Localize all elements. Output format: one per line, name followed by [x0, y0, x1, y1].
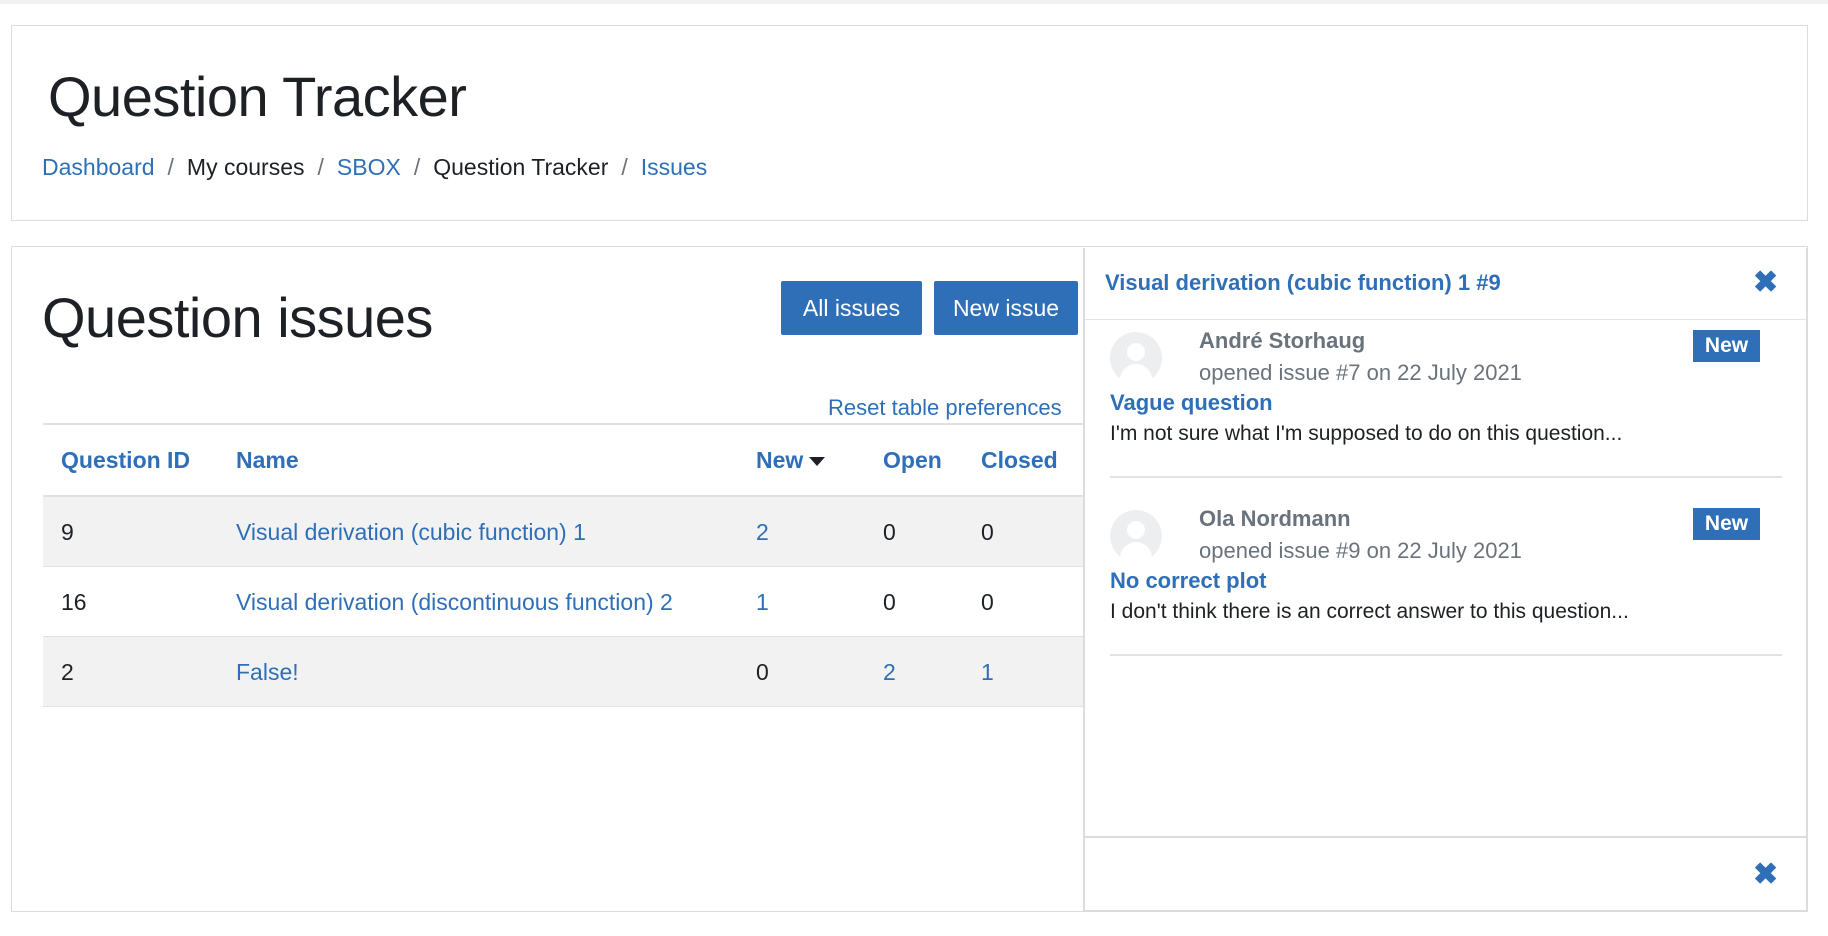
top-shade [0, 0, 1828, 4]
breadcrumb-sbox[interactable]: SBOX [337, 154, 401, 181]
breadcrumb-my-courses: My courses [186, 154, 305, 180]
cell-closed-count: 0 [981, 588, 994, 615]
issue-author: Ola Nordmann [1199, 506, 1351, 531]
table-row: 2 False! 0 2 1 [43, 637, 1103, 707]
cell-question-name-link[interactable]: Visual derivation (discontinuous functio… [236, 567, 673, 637]
issues-table: Question ID Name New Open Closed 9 Visua… [43, 423, 1103, 707]
section-title: Question issues [42, 286, 433, 349]
cell-new-count-link[interactable]: 2 [756, 497, 769, 567]
breadcrumb-separator: / [413, 154, 421, 180]
column-header-open[interactable]: Open [883, 447, 942, 474]
new-issue-button[interactable]: New issue [934, 281, 1078, 335]
breadcrumb-separator: / [317, 154, 324, 180]
issue-item: Ola Nordmann opened issue #9 on 22 July … [1110, 506, 1782, 656]
breadcrumb-question-tracker: Question Tracker [433, 154, 609, 180]
issues-drawer: Visual derivation (cubic function) 1 #9 … [1083, 248, 1807, 911]
issue-title-link[interactable]: No correct plot [1110, 568, 1266, 594]
column-header-new[interactable]: New [756, 446, 826, 474]
cell-open-count: 0 [883, 588, 896, 615]
issue-meta: opened issue #9 on 22 July 2021 [1199, 538, 1522, 563]
breadcrumb: Dashboard / My courses / SBOX / Question… [42, 154, 707, 181]
cell-question-name-link[interactable]: Visual derivation (cubic function) 1 [236, 497, 586, 567]
status-badge: New [1693, 508, 1760, 540]
issue-text: I don't think there is an correct answer… [1110, 600, 1629, 623]
cell-closed-count: 0 [981, 518, 994, 545]
page-header: Question Tracker Dashboard / My courses … [11, 25, 1808, 221]
breadcrumb-separator: / [621, 154, 628, 180]
drawer-footer: ✖ [1085, 836, 1807, 911]
status-badge: New [1693, 330, 1760, 362]
table-row: 16 Visual derivation (discontinuous func… [43, 567, 1103, 637]
cell-question-id: 16 [61, 588, 87, 615]
column-header-question-id[interactable]: Question ID [61, 447, 190, 474]
close-icon[interactable]: ✖ [1753, 860, 1778, 890]
sort-descending-icon [809, 456, 826, 466]
cell-closed-count-link[interactable]: 1 [981, 637, 994, 707]
column-header-new-label: New [756, 446, 804, 473]
close-icon[interactable]: ✖ [1753, 268, 1778, 298]
avatar [1110, 332, 1162, 384]
issue-title-link[interactable]: Vague question [1110, 390, 1273, 416]
table-row: 9 Visual derivation (cubic function) 1 2… [43, 497, 1103, 567]
table-header: Question ID Name New Open Closed [43, 425, 1103, 497]
issue-author: André Storhaug [1199, 328, 1366, 353]
issue-text: I'm not sure what I'm supposed to do on … [1110, 422, 1623, 445]
column-header-name[interactable]: Name [236, 447, 299, 474]
column-header-closed[interactable]: Closed [981, 447, 1058, 474]
drawer-title-link[interactable]: Visual derivation (cubic function) 1 #9 [1105, 270, 1501, 296]
cell-question-id: 2 [61, 658, 74, 685]
cell-question-id: 9 [61, 518, 74, 545]
breadcrumb-issues[interactable]: Issues [641, 154, 707, 181]
cell-new-count: 0 [756, 658, 769, 685]
cell-new-count-link[interactable]: 1 [756, 567, 769, 637]
cell-open-count-link[interactable]: 2 [883, 637, 896, 707]
cell-question-name-link[interactable]: False! [236, 637, 299, 707]
avatar [1110, 510, 1162, 562]
all-issues-button[interactable]: All issues [781, 281, 922, 335]
issue-item: André Storhaug opened issue #7 on 22 Jul… [1110, 328, 1782, 478]
breadcrumb-dashboard[interactable]: Dashboard [42, 154, 155, 181]
reset-table-preferences-link[interactable]: Reset table preferences [828, 395, 1062, 421]
drawer-header: Visual derivation (cubic function) 1 #9 … [1085, 248, 1807, 320]
page-title: Question Tracker [48, 65, 467, 128]
breadcrumb-separator: / [167, 154, 174, 180]
cell-open-count: 0 [883, 518, 896, 545]
issue-meta: opened issue #7 on 22 July 2021 [1199, 360, 1522, 385]
